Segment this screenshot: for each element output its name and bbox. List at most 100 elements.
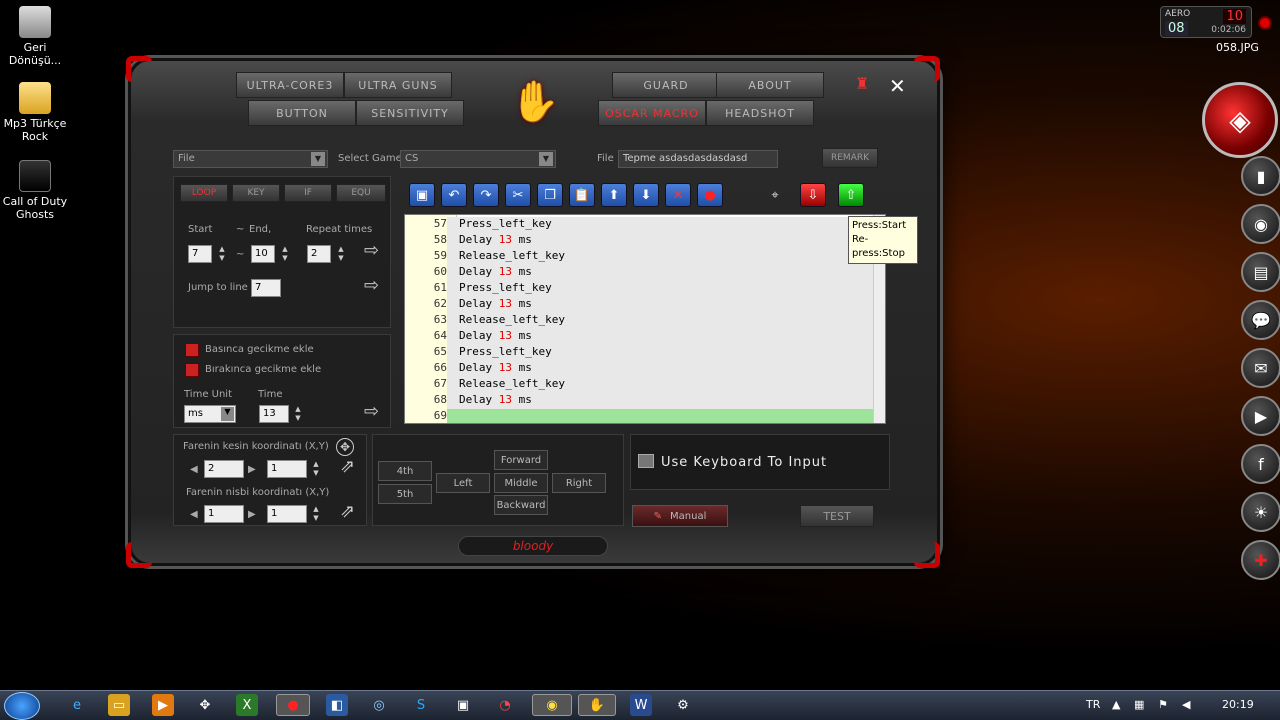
weather-icon[interactable]: ☀ xyxy=(1241,492,1280,532)
desktop-icon-recycle-bin[interactable]: Geri Dönüşü... xyxy=(0,6,70,67)
apply-delay-arrow-icon[interactable]: ⇨ xyxy=(364,401,379,422)
test-button[interactable]: Test xyxy=(800,505,874,527)
editor-icon[interactable]: W xyxy=(630,694,652,716)
rel-y-stepper[interactable]: ▲ ▼ xyxy=(310,505,322,523)
volume-icon[interactable]: ◀ xyxy=(1182,698,1190,711)
key-button[interactable]: Key xyxy=(232,184,280,202)
tab-about[interactable]: About xyxy=(716,72,824,98)
loop-button[interactable]: Loop xyxy=(180,184,228,202)
tab-sensitivity[interactable]: Sensitivity xyxy=(356,100,464,126)
mouse-coord-icon[interactable]: ⌖ xyxy=(762,183,788,207)
code-line[interactable]: 66 Delay 13 ms xyxy=(405,361,875,377)
window-icon[interactable]: ▣ xyxy=(452,694,474,716)
start-button[interactable] xyxy=(4,692,40,720)
gear-icon[interactable]: ⚙ xyxy=(672,694,694,716)
tab-oscar-macro[interactable]: Oscar Macro xyxy=(598,100,706,126)
cut-icon[interactable]: ✂ xyxy=(505,183,531,207)
code-line[interactable]: 59 Release_left_key xyxy=(405,249,875,265)
code-line[interactable]: 64 Delay 13 ms xyxy=(405,329,875,345)
file-name-field[interactable]: Tepme asdasdasdasdasd xyxy=(618,150,778,168)
record-icon[interactable]: ● xyxy=(697,183,723,207)
speedometer-icon[interactable]: ◔ xyxy=(494,694,516,716)
code-line[interactable]: 68 Delay 13 ms xyxy=(405,393,875,409)
apply-loop-arrow-icon[interactable]: ⇨ xyxy=(364,240,379,261)
redo-icon[interactable]: ↷ xyxy=(473,183,499,207)
code-line[interactable]: 63 Release_left_key xyxy=(405,313,875,329)
end-input[interactable]: 10 xyxy=(251,245,275,263)
desktop-icon-mp3-folder[interactable]: Mp3 Türkçe Rock xyxy=(0,82,70,143)
close-icon[interactable]: ✕ xyxy=(889,74,906,98)
repeat-stepper[interactable]: ▲ ▼ xyxy=(335,245,347,263)
code-line[interactable]: 58 Delay 13 ms xyxy=(405,233,875,249)
code-line[interactable]: 67 Release_left_key xyxy=(405,377,875,393)
move-down-icon[interactable]: ⬇ xyxy=(633,183,659,207)
mouse-4th-button[interactable]: 4th xyxy=(378,461,432,481)
apply-abs-arrow-icon[interactable]: ⇗ xyxy=(340,456,355,477)
delay-press-checkbox[interactable] xyxy=(185,343,199,357)
code-line[interactable]: 69 xyxy=(405,409,875,423)
stop-download-icon[interactable]: ⇩ xyxy=(800,183,826,207)
desktop-icon-call-of-duty[interactable]: Call of Duty Ghosts xyxy=(0,160,70,221)
increment-icon[interactable]: ▶ xyxy=(248,464,256,475)
mail-icon[interactable]: ✉ xyxy=(1241,348,1280,388)
move-up-icon[interactable]: ⬆ xyxy=(601,183,627,207)
start-stepper[interactable]: ▲ ▼ xyxy=(216,245,228,263)
increment-icon[interactable]: ▶ xyxy=(248,509,256,520)
delay-release-checkbox[interactable] xyxy=(185,363,199,377)
taskbar-clock[interactable]: 20:19 xyxy=(1222,698,1254,711)
jump-to-line-input[interactable]: 7 xyxy=(251,279,281,297)
tab-headshot[interactable]: Headshot xyxy=(706,100,814,126)
code-line[interactable]: 60 Delay 13 ms xyxy=(405,265,875,281)
abs-y-input[interactable]: 1 xyxy=(267,460,307,478)
joystick-icon[interactable]: ♜ xyxy=(855,74,869,93)
mouse-left-button[interactable]: Left xyxy=(436,473,490,493)
time-input[interactable]: 13 xyxy=(259,405,289,423)
language-indicator[interactable]: TR xyxy=(1086,698,1100,711)
start-input[interactable]: 7 xyxy=(188,245,212,263)
recorder-icon[interactable]: ● xyxy=(276,694,310,716)
mouse-middle-button[interactable]: Middle xyxy=(494,473,548,493)
crosshair-icon[interactable]: ✥ xyxy=(336,438,354,456)
code-line[interactable]: 57 Press_left_key xyxy=(405,217,875,233)
explorer-icon[interactable]: ▭ xyxy=(108,694,130,716)
bloody-app-icon[interactable]: ✋ xyxy=(578,694,616,716)
globe-icon[interactable]: ◎ xyxy=(368,694,390,716)
twitch-icon[interactable]: ▮ xyxy=(1241,156,1280,196)
decrement-icon[interactable]: ◀ xyxy=(190,464,198,475)
mouse-backward-button[interactable]: Backward xyxy=(494,495,548,515)
tab-button[interactable]: Button xyxy=(248,100,356,126)
chat-icon[interactable]: 💬 xyxy=(1241,300,1280,340)
if-button[interactable]: If xyxy=(284,184,332,202)
media-player-icon[interactable]: ▶ xyxy=(152,694,174,716)
excel-icon[interactable]: X xyxy=(236,694,258,716)
tray-expand-icon[interactable]: ▲ xyxy=(1112,698,1120,711)
time-stepper[interactable]: ▲ ▼ xyxy=(292,405,304,423)
wizard-icon[interactable]: ✥ xyxy=(194,694,216,716)
file-dropdown[interactable]: File ▼ xyxy=(173,150,328,168)
facebook-icon[interactable]: f xyxy=(1241,444,1280,484)
copy-icon[interactable]: ❐ xyxy=(537,183,563,207)
youtube-icon[interactable]: ▶ xyxy=(1241,396,1280,436)
code-line[interactable]: 65 Press_left_key xyxy=(405,345,875,361)
clock-gadget[interactable]: AERO 08 10 0:02:06 xyxy=(1160,6,1252,38)
end-stepper[interactable]: ▲ ▼ xyxy=(279,245,291,263)
record-dot-icon[interactable] xyxy=(1258,16,1272,30)
bloody-logo-icon[interactable]: ◈ xyxy=(1202,82,1278,158)
chrome-icon[interactable]: ◉ xyxy=(532,694,572,716)
remark-button[interactable]: Remark xyxy=(822,148,878,168)
mouse-forward-button[interactable]: Forward xyxy=(494,450,548,470)
undo-icon[interactable]: ↶ xyxy=(441,183,467,207)
code-line[interactable]: 62 Delay 13 ms xyxy=(405,297,875,313)
abs-x-input[interactable]: 2 xyxy=(204,460,244,478)
abs-y-stepper[interactable]: ▲ ▼ xyxy=(310,460,322,478)
tab-ultra-guns[interactable]: Ultra Guns xyxy=(344,72,452,98)
add-icon[interactable]: ✚ xyxy=(1241,540,1280,580)
paste-icon[interactable]: 📋 xyxy=(569,183,595,207)
film-icon[interactable]: ▤ xyxy=(1241,252,1280,292)
rel-x-input[interactable]: 1 xyxy=(204,505,244,523)
repeat-input[interactable]: 2 xyxy=(307,245,331,263)
mouse-right-button[interactable]: Right xyxy=(552,473,606,493)
delete-icon[interactable]: ✕ xyxy=(665,183,691,207)
manual-button[interactable]: ✎ Manual xyxy=(632,505,728,527)
decrement-icon[interactable]: ◀ xyxy=(190,509,198,520)
